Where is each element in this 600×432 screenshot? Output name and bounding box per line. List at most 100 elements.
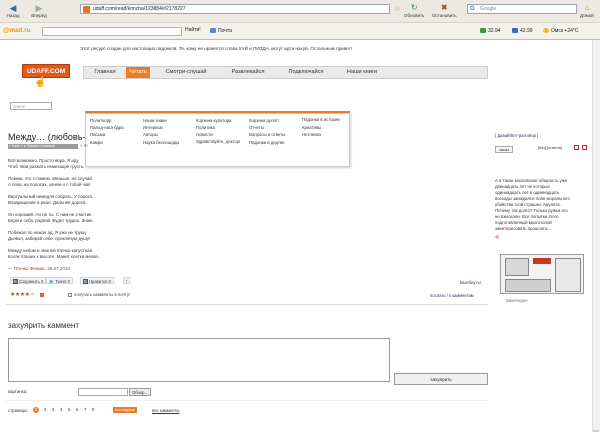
mailru-toolbar: @mail.ru Найти! Почта 32.94 42.99 Омск +… [0, 22, 600, 39]
article-date: , 26.07.2013 [44, 266, 70, 271]
rating-stars[interactable]: ★★★★★ [10, 291, 35, 298]
facebook-icon: f [126, 279, 128, 284]
google-icon: G [470, 6, 475, 12]
like-button[interactable]: B Нравится 0 [80, 277, 114, 284]
menu-item[interactable]: Нетленка [302, 131, 347, 138]
read-dropdown-menu: Политкорр Палод-нага бдра Письма Камри Н… [85, 113, 350, 167]
address-bar[interactable]: udaff.com/read/koncha/123884/#2178227 [80, 4, 390, 14]
notify-checkbox[interactable]: получать камменты в почту! [68, 292, 130, 297]
menu-item[interactable]: Палод-нага бдра [90, 124, 124, 131]
menu-item[interactable]: Здравствуйте, доктор! [196, 139, 241, 145]
back-label: Назад [6, 13, 20, 18]
extra-share-button[interactable]: f [123, 277, 131, 284]
nav-books[interactable]: Наши книги [338, 67, 386, 78]
complain-link[interactable]: Выебнуть! [460, 280, 481, 285]
reload-button[interactable]: ↻ Обновить [404, 3, 424, 18]
vk-like-icon: B [83, 279, 88, 284]
sidebar-links[interactable]: [без] [отмена] [538, 146, 562, 150]
menu-item[interactable]: Авторы [143, 131, 179, 138]
find-button[interactable]: Найти! [185, 27, 201, 33]
nav-watch-listen[interactable]: Смотри-слушай [156, 67, 216, 78]
menu-item[interactable]: Корзина рулят! [249, 117, 285, 124]
wikipedia-link[interactable]: Википедия [506, 298, 527, 303]
tweet-label: Tweet [55, 279, 67, 284]
menu-item[interactable]: Наши знаки [143, 117, 179, 124]
back-button[interactable]: ◀ Назад [2, 3, 24, 19]
forward-button[interactable]: ▶ Вперед [28, 3, 50, 19]
nav-home[interactable]: Главная [88, 67, 122, 78]
site-logo[interactable]: UDAFF.COM [22, 64, 70, 78]
sidebar-order-button[interactable]: заказ [495, 146, 513, 153]
all-comments-link[interactable]: все камменты [152, 408, 179, 413]
page-current[interactable]: 1 [33, 407, 39, 413]
mailru-logo[interactable]: @mail.ru [3, 27, 31, 34]
poem-line: Дьявол, забирай себе, прокляную душу! [8, 236, 91, 241]
site-search-input[interactable]: поиск [10, 102, 52, 110]
forward-arrow-icon: ▶ [35, 3, 43, 13]
picture-file-input[interactable] [78, 388, 128, 396]
star-icon[interactable]: ★ [30, 292, 35, 298]
currency-eur[interactable]: 42.99 [512, 28, 533, 34]
author-link[interactable]: Птичко Феникс [14, 266, 45, 271]
sidebar-icon[interactable] [582, 145, 587, 150]
twitter-icon: 🐦 [49, 279, 55, 284]
vk-icon: B [13, 279, 18, 284]
article-category[interactable]: « Satin » ● Пишем и учиться [8, 144, 78, 149]
page-link[interactable]: 3 [52, 407, 54, 412]
page-link[interactable]: 6 [76, 407, 78, 412]
sidebar-banner[interactable] [500, 254, 584, 294]
quote-line: заинтересовать прошлого... [495, 226, 551, 231]
sidebar-icon[interactable] [574, 145, 579, 150]
comment-textarea[interactable] [8, 338, 390, 382]
page-link[interactable]: 7 [84, 407, 86, 412]
rate-minus-icon[interactable] [40, 293, 44, 297]
menu-item[interactable]: Наука беспощады [143, 139, 179, 146]
category-more-icon[interactable]: « ✉ [80, 143, 88, 149]
quote-mark-icon: « [495, 232, 500, 241]
menu-item[interactable]: Корзина куратора [196, 117, 241, 124]
stop-button[interactable]: ✖ Остановить [432, 3, 457, 18]
sidebar-link[interactable]: [ Давай/Вот-разговор ] [495, 133, 538, 138]
mailru-search-input[interactable] [42, 27, 182, 36]
menu-item[interactable]: Падонки в истории [302, 117, 347, 123]
search-placeholder: Google [480, 6, 497, 12]
menu-item[interactable]: Политкорр [90, 117, 124, 124]
weather-widget[interactable]: Омск +24°C [543, 28, 579, 34]
menu-item[interactable]: Отчеты [249, 124, 285, 131]
article-actions[interactable]: послать / к камментам [430, 293, 474, 298]
page-link[interactable]: 5 [68, 407, 70, 412]
menu-item[interactable]: Камри [90, 139, 124, 146]
currency-usd[interactable]: 32.94 [480, 28, 501, 34]
banner-image [555, 258, 581, 292]
checkbox-icon[interactable] [68, 292, 72, 297]
nav-read[interactable]: Читать [126, 67, 150, 78]
pager-last-button[interactable]: последняя [113, 407, 137, 413]
browser-search-input[interactable]: G Google [467, 4, 577, 14]
menu-item[interactable]: Письма [90, 131, 124, 138]
mailru-brand-text: @mail.ru [3, 27, 31, 34]
submit-comment-button[interactable]: захуярить [394, 373, 488, 385]
vk-share-button[interactable]: B Сохранить 0 [10, 277, 47, 284]
bookmark-star-icon[interactable]: ☆ [394, 4, 401, 13]
weather-text: Омск +24°C [551, 28, 579, 34]
dropdown-col-5: Падонки в истории Креативы Нетленка [302, 117, 347, 139]
menu-item[interactable]: Падонки в дедтве [249, 139, 285, 146]
tweet-button[interactable]: 🐦 Tweet 0 [46, 277, 74, 284]
home-button[interactable]: ⌂ Домой [580, 3, 594, 18]
browse-button[interactable]: Обзор... [129, 388, 151, 396]
nav-entertain[interactable]: Развлекайся [222, 67, 274, 78]
page-link[interactable]: 8 [92, 407, 94, 412]
menu-item[interactable]: Креативы [302, 124, 347, 131]
menu-item[interactable]: Интервью [143, 124, 179, 131]
nav-connect[interactable]: Подключайся [280, 67, 332, 78]
page-link[interactable]: 4 [60, 407, 62, 412]
page-link[interactable]: 2 [44, 407, 46, 412]
scrollbar[interactable] [592, 40, 600, 432]
envelope-icon [210, 28, 216, 34]
stop-label: Остановить [432, 13, 457, 18]
menu-item[interactable]: Политика [196, 124, 241, 131]
mail-link[interactable]: Почта [210, 28, 232, 34]
menu-item[interactable]: Новости [196, 131, 241, 138]
menu-item[interactable]: Вопросы и ответы [249, 131, 285, 138]
article-author-line: — Птичко Феникс, 26.07.2013 [8, 266, 70, 271]
